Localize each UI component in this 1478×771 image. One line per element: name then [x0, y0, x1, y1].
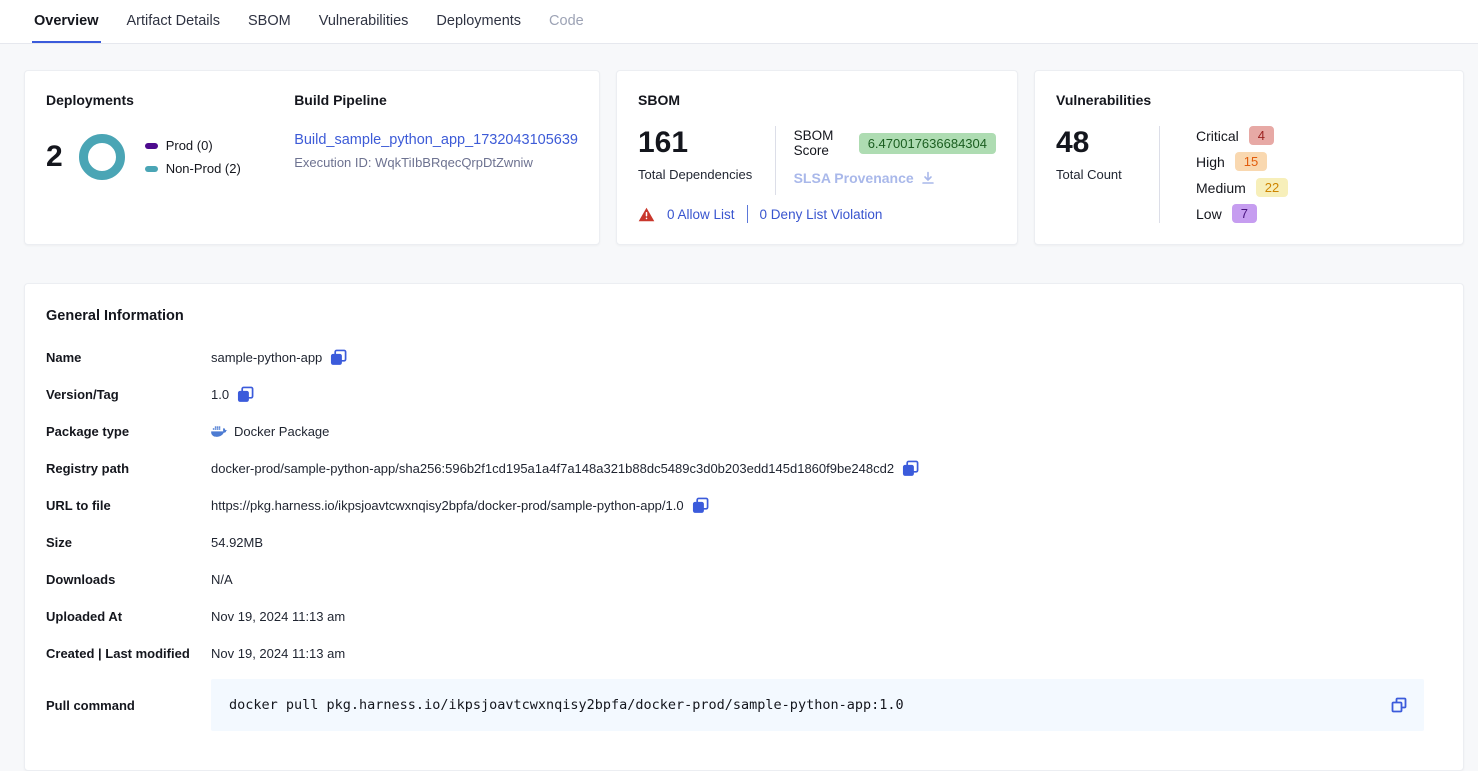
deployments-title: Deployments	[46, 92, 294, 108]
general-information-title: General Information	[46, 308, 1442, 324]
copy-icon[interactable]	[237, 386, 254, 403]
deployments-column: Deployments 2 Prod (0) Non-Prod (2)	[46, 92, 294, 223]
prod-marker-icon	[145, 143, 158, 149]
row-version-tag: Version/Tag 1.0	[46, 383, 1442, 405]
vertical-divider	[1159, 126, 1160, 223]
uploaded-at-label: Uploaded At	[46, 609, 211, 624]
severity-high-badge: 15	[1235, 152, 1267, 171]
deployments-card: Deployments 2 Prod (0) Non-Prod (2) Buil…	[24, 70, 600, 245]
row-created-modified: Created | Last modified Nov 19, 2024 11:…	[46, 642, 1442, 664]
row-pull-command: Pull command docker pull pkg.harness.io/…	[46, 679, 1442, 731]
sbom-score-label: SBOM Score	[794, 128, 850, 158]
row-name: Name sample-python-app	[46, 346, 1442, 368]
row-size: Size 54.92MB	[46, 531, 1442, 553]
vulnerabilities-card: Vulnerabilities 48 Total Count Critical …	[1034, 70, 1464, 245]
legend-item-nonprod: Non-Prod (2)	[145, 161, 241, 176]
allow-list-link[interactable]: 0 Allow List	[667, 207, 735, 222]
created-modified-label: Created | Last modified	[46, 646, 211, 661]
copy-icon[interactable]	[902, 460, 919, 477]
deployments-total: 2	[46, 142, 63, 172]
summary-cards-row: Deployments 2 Prod (0) Non-Prod (2) Buil…	[0, 44, 1478, 245]
execution-id-text: Execution ID: WqkTiIbBRqecQrpDtZwniw	[294, 155, 578, 170]
severity-medium-badge: 22	[1256, 178, 1288, 197]
vulnerabilities-total-label: Total Count	[1056, 167, 1159, 182]
sbom-score-badge: 6.470017636684304	[859, 133, 996, 154]
pull-command-box: docker pull pkg.harness.io/ikpsjoavtcwxn…	[211, 679, 1424, 731]
row-registry-path: Registry path docker-prod/sample-python-…	[46, 457, 1442, 479]
sbom-total: 161	[638, 126, 775, 159]
pull-command-label: Pull command	[46, 698, 211, 713]
tab-deployments[interactable]: Deployments	[434, 0, 523, 43]
tab-sbom[interactable]: SBOM	[246, 0, 293, 43]
tab-code: Code	[547, 0, 586, 43]
severity-row-high: High 15	[1196, 152, 1288, 171]
deployments-donut-chart	[79, 134, 125, 180]
slsa-provenance-label: SLSA Provenance	[794, 170, 914, 186]
sbom-score-block: SBOM Score 6.470017636684304 SLSA Proven…	[794, 126, 996, 195]
version-tag-label: Version/Tag	[46, 387, 211, 402]
legend-item-prod: Prod (0)	[145, 138, 241, 153]
severity-critical-label: Critical	[1196, 128, 1239, 144]
severity-row-medium: Medium 22	[1196, 178, 1288, 197]
package-type-value: Docker Package	[234, 424, 329, 439]
sbom-total-label: Total Dependencies	[638, 167, 775, 182]
registry-path-label: Registry path	[46, 461, 211, 476]
severity-critical-badge: 4	[1249, 126, 1274, 145]
uploaded-at-value: Nov 19, 2024 11:13 am	[211, 609, 345, 624]
row-url-to-file: URL to file https://pkg.harness.io/ikpsj…	[46, 494, 1442, 516]
vertical-divider	[775, 126, 776, 195]
legend-prod-label: Prod (0)	[166, 138, 213, 153]
build-pipeline-column: Build Pipeline Build_sample_python_app_1…	[294, 92, 578, 223]
deny-list-link[interactable]: 0 Deny List Violation	[760, 207, 883, 222]
copy-icon[interactable]	[330, 349, 347, 366]
severity-row-low: Low 7	[1196, 204, 1288, 223]
created-modified-value: Nov 19, 2024 11:13 am	[211, 646, 345, 661]
docker-icon	[211, 425, 228, 438]
warning-icon	[638, 207, 655, 222]
slsa-provenance-button[interactable]: SLSA Provenance	[794, 170, 996, 186]
vulnerabilities-total: 48	[1056, 126, 1159, 159]
downloads-label: Downloads	[46, 572, 211, 587]
size-label: Size	[46, 535, 211, 550]
link-divider	[747, 205, 748, 223]
url-to-file-label: URL to file	[46, 498, 211, 513]
nonprod-marker-icon	[145, 166, 158, 172]
package-type-label: Package type	[46, 424, 211, 439]
tab-overview[interactable]: Overview	[32, 0, 101, 43]
copy-icon[interactable]	[1390, 696, 1408, 714]
version-tag-value: 1.0	[211, 387, 229, 402]
general-information-card: General Information Name sample-python-a…	[24, 283, 1464, 771]
size-value: 54.92MB	[211, 535, 263, 550]
pull-command-value: docker pull pkg.harness.io/ikpsjoavtcwxn…	[229, 697, 1390, 713]
severity-low-label: Low	[1196, 206, 1222, 222]
deployments-legend: Prod (0) Non-Prod (2)	[145, 138, 241, 176]
row-downloads: Downloads N/A	[46, 568, 1442, 590]
tab-artifact-details[interactable]: Artifact Details	[125, 0, 222, 43]
severity-low-badge: 7	[1232, 204, 1257, 223]
severity-row-critical: Critical 4	[1196, 126, 1288, 145]
tab-vulnerabilities[interactable]: Vulnerabilities	[317, 0, 411, 43]
sbom-card: SBOM 161 Total Dependencies SBOM Score 6…	[616, 70, 1018, 245]
severity-list: Critical 4 High 15 Medium 22 Low 7	[1178, 126, 1288, 223]
row-uploaded-at: Uploaded At Nov 19, 2024 11:13 am	[46, 605, 1442, 627]
severity-high-label: High	[1196, 154, 1225, 170]
download-icon	[920, 170, 936, 186]
vulnerabilities-title: Vulnerabilities	[1056, 92, 1442, 108]
name-label: Name	[46, 350, 211, 365]
downloads-value: N/A	[211, 572, 233, 587]
copy-icon[interactable]	[692, 497, 709, 514]
artifact-tabbar: Overview Artifact Details SBOM Vulnerabi…	[0, 0, 1478, 44]
sbom-total-block: 161 Total Dependencies	[638, 126, 775, 195]
severity-medium-label: Medium	[1196, 180, 1246, 196]
build-pipeline-link[interactable]: Build_sample_python_app_1732043105639	[294, 132, 578, 148]
name-value: sample-python-app	[211, 350, 322, 365]
url-to-file-value: https://pkg.harness.io/ikpsjoavtcwxnqisy…	[211, 498, 684, 513]
row-package-type: Package type Docker Package	[46, 420, 1442, 442]
sbom-title: SBOM	[638, 92, 996, 108]
registry-path-value: docker-prod/sample-python-app/sha256:596…	[211, 461, 894, 476]
legend-nonprod-label: Non-Prod (2)	[166, 161, 241, 176]
vulnerabilities-total-block: 48 Total Count	[1056, 126, 1159, 223]
build-pipeline-title: Build Pipeline	[294, 92, 578, 108]
